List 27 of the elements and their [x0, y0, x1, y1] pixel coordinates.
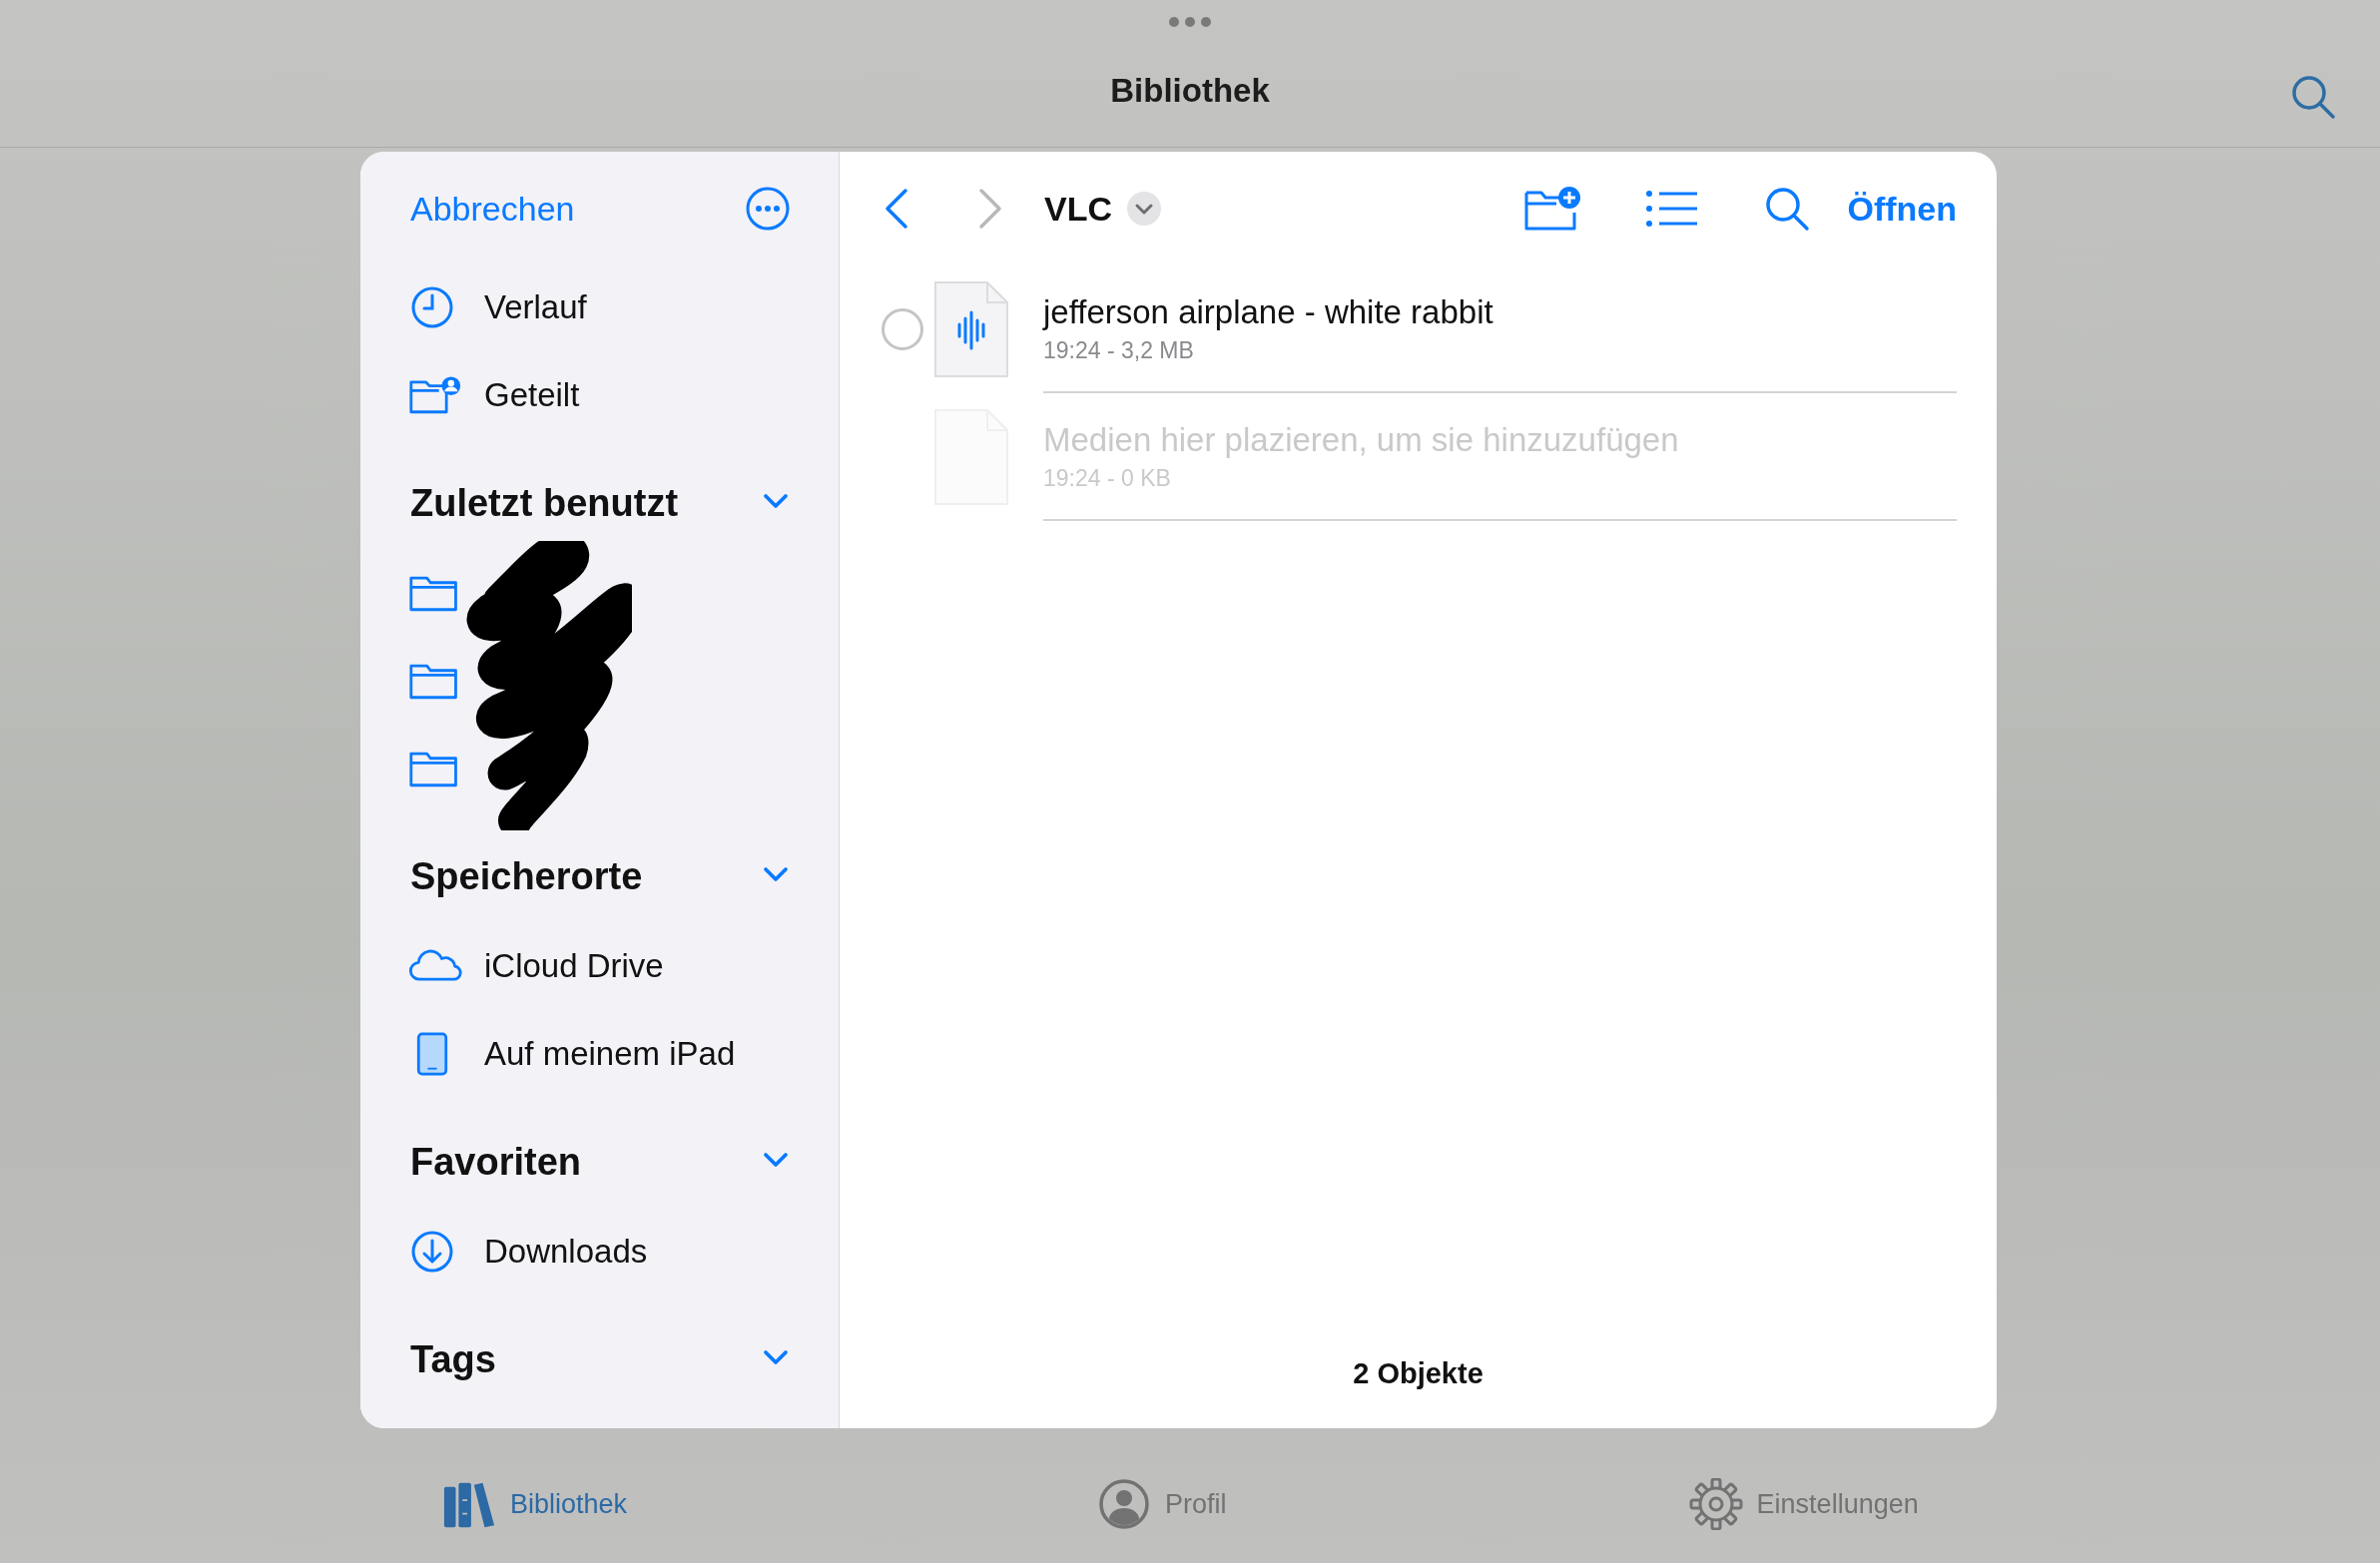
grabber-icon[interactable] [1168, 16, 1212, 28]
audio-file-icon [933, 280, 1009, 378]
sidebar-item[interactable]: iCloud Drive [484, 947, 664, 985]
item-count: 2 Objekte [1353, 1357, 1484, 1389]
new-folder-icon[interactable] [1523, 185, 1582, 233]
open-button[interactable]: Öffnen [1847, 189, 1957, 229]
download-icon [410, 1230, 454, 1274]
more-icon[interactable] [745, 186, 791, 232]
section-heading: Zuletzt benutzt [410, 481, 679, 525]
profile-icon [1097, 1478, 1152, 1530]
sidebar-item[interactable]: Geteilt [484, 376, 580, 414]
cancel-button[interactable]: Abbrechen [410, 189, 575, 229]
section-heading: Favoriten [410, 1140, 582, 1184]
settings-icon [1688, 1478, 1743, 1530]
radio-button[interactable] [882, 308, 923, 350]
search-icon[interactable] [2290, 74, 2336, 120]
clock-icon [410, 285, 454, 329]
sidebar-item[interactable]: Downloads [484, 1233, 648, 1271]
page-title: Bibliothek [1110, 72, 1270, 110]
dropdown-icon[interactable] [1126, 191, 1162, 227]
section-heading: Tags [410, 1337, 496, 1381]
section-heading: Speicherorte [410, 854, 643, 898]
sidebar-item[interactable]: Verlauf [484, 288, 587, 326]
file-name[interactable]: jefferson airplane - white rabbit [1043, 292, 1957, 331]
folder-title: VLC [1044, 189, 1112, 229]
sidebar-item[interactable]: Auf meinem iPad [484, 1035, 736, 1073]
file-info: 19:24 - 3,2 MB [1043, 336, 1195, 364]
